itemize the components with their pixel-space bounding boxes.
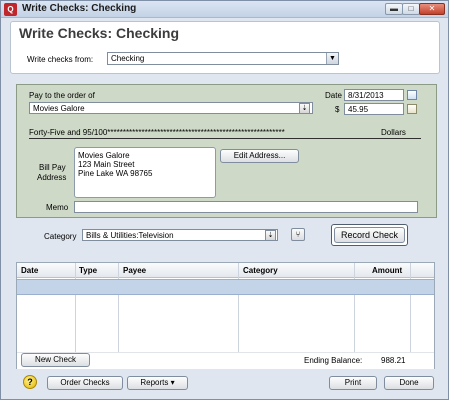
edit-address-button[interactable]: Edit Address... xyxy=(220,149,299,163)
account-select-value: Checking xyxy=(111,54,145,63)
maximize-button[interactable]: □ xyxy=(402,3,420,15)
bill-pay-label: Bill Pay xyxy=(39,163,66,172)
title-bar: Q Write Checks: Checking ▬ □ ✕ xyxy=(1,1,448,18)
category-label: Category xyxy=(44,232,77,241)
chevron-down-icon[interactable]: ▼ xyxy=(326,53,338,64)
split-icon[interactable]: ⑂ xyxy=(291,228,305,241)
column-divider xyxy=(118,263,119,353)
address-box[interactable]: Movies Galore 123 Main Street Pine Lake … xyxy=(74,147,216,198)
amount-input[interactable]: 45.95 xyxy=(344,103,404,115)
pay-to-label: Pay to the order of xyxy=(29,91,95,100)
date-label: Date xyxy=(325,91,342,100)
reports-button[interactable]: Reports ▾ xyxy=(127,376,188,390)
column-divider xyxy=(410,263,411,353)
check-form: Pay to the order of Movies Galore ⇣ Date… xyxy=(16,84,437,218)
address-line: Pine Lake WA 98765 xyxy=(78,169,153,178)
payee-input[interactable]: Movies Galore xyxy=(29,102,313,114)
date-input[interactable]: 8/31/2013 xyxy=(344,89,404,101)
column-header-amount[interactable]: Amount xyxy=(372,266,402,275)
close-button[interactable]: ✕ xyxy=(419,3,445,15)
table-row-selected[interactable] xyxy=(17,279,434,295)
header-panel: Write Checks: Checking Write checks from… xyxy=(10,21,440,74)
category-value: Bills & Utilities:Television xyxy=(86,231,174,240)
category-select[interactable]: Bills & Utilities:Television xyxy=(82,229,278,241)
help-icon[interactable]: ? xyxy=(23,375,37,389)
column-header-category[interactable]: Category xyxy=(243,266,278,275)
dollar-sign: $ xyxy=(335,105,340,114)
calendar-icon[interactable] xyxy=(407,90,417,100)
memo-label: Memo xyxy=(46,203,69,212)
record-check-button[interactable]: Record Check xyxy=(334,227,405,243)
account-select[interactable]: Checking ▼ xyxy=(107,52,339,65)
record-check-frame: Record Check xyxy=(331,224,408,246)
done-button[interactable]: Done xyxy=(384,376,434,390)
ending-balance-label: Ending Balance: xyxy=(304,356,363,365)
register-header: Date Type Payee Category Amount xyxy=(17,263,434,278)
dollars-label: Dollars xyxy=(379,128,406,137)
column-header-date[interactable]: Date xyxy=(21,266,38,275)
column-divider xyxy=(238,263,239,353)
minimize-button[interactable]: ▬ xyxy=(385,3,403,15)
ending-balance-value: 988.21 xyxy=(381,356,406,365)
quicken-app-icon[interactable]: Q xyxy=(4,3,17,16)
window-title: Write Checks: Checking xyxy=(22,3,137,14)
calculator-icon[interactable] xyxy=(407,104,417,114)
amount-line xyxy=(29,138,421,139)
check-register: Date Type Payee Category Amount New Chec… xyxy=(16,262,435,369)
write-checks-window: Q Write Checks: Checking ▬ □ ✕ Write Che… xyxy=(0,0,449,400)
category-dropdown-icon[interactable]: ⇣ xyxy=(265,230,276,241)
page-title: Write Checks: Checking xyxy=(19,25,180,41)
order-checks-button[interactable]: Order Checks xyxy=(47,376,123,390)
address-label: Address xyxy=(37,173,67,182)
address-line: 123 Main Street xyxy=(78,160,135,169)
column-header-type[interactable]: Type xyxy=(79,266,97,275)
amount-in-words: Forty-Five and 95/100*******************… xyxy=(29,128,422,137)
address-line: Movies Galore xyxy=(78,151,130,160)
memo-input[interactable] xyxy=(74,201,418,213)
payee-dropdown-icon[interactable]: ⇣ xyxy=(299,103,310,114)
amount-words-text: Forty-Five and 95/100*******************… xyxy=(29,128,285,137)
column-divider xyxy=(354,263,355,353)
column-divider xyxy=(75,263,76,353)
write-checks-from-label: Write checks from: xyxy=(27,55,94,64)
print-button[interactable]: Print xyxy=(329,376,377,390)
new-check-button[interactable]: New Check xyxy=(21,353,90,367)
column-header-payee[interactable]: Payee xyxy=(123,266,146,275)
